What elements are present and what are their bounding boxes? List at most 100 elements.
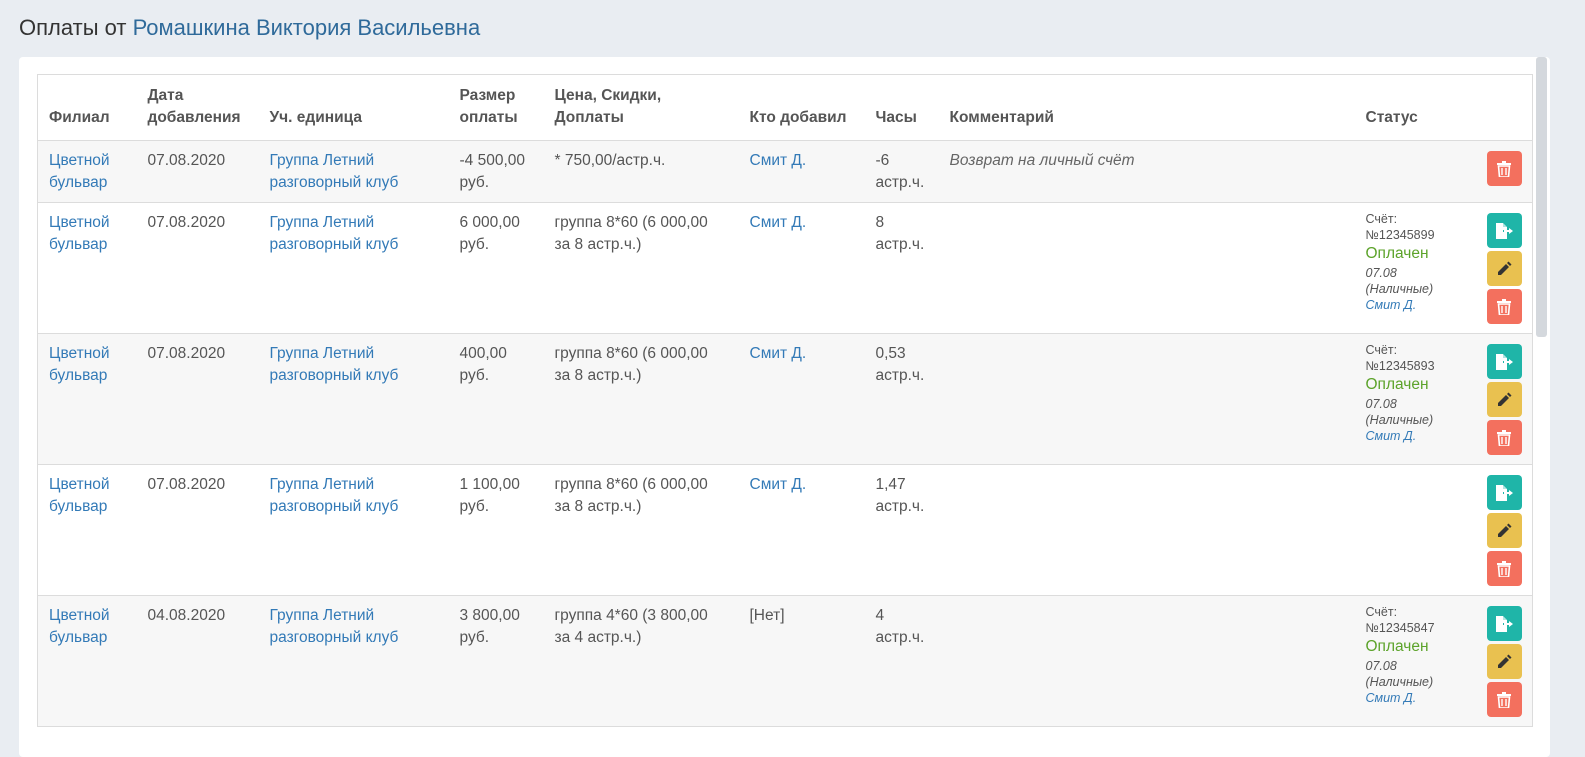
status-by-link[interactable]: Смит Д. (1366, 297, 1462, 313)
table-row: Цветной бульвар 07.08.2020 Группа Летний… (37, 464, 1533, 596)
cell-hours: 0,53 астр.ч. (864, 333, 939, 465)
payments-table-body: Цветной бульвар 07.08.2020 Группа Летний… (37, 140, 1533, 727)
invoice-number: Счёт: №12345899 (1365, 212, 1435, 242)
pencil-icon (1498, 654, 1512, 668)
added-by-value[interactable]: Смит Д. (750, 214, 807, 231)
edit-button[interactable] (1486, 251, 1522, 286)
export-button[interactable] (1486, 475, 1522, 510)
status-badge: Оплачен (1365, 376, 1429, 393)
cell-comment (938, 595, 1355, 727)
cell-actions (1472, 140, 1533, 203)
cell-actions (1472, 202, 1533, 334)
cell-price: группа 4*60 (3 800,00 за 4 астр.ч.) (543, 595, 739, 727)
unit-link[interactable]: Группа Летний разговорный клуб (270, 152, 399, 191)
export-button[interactable] (1486, 213, 1522, 248)
invoice-number: Счёт: №12345893 (1365, 343, 1435, 373)
cell-comment (938, 464, 1355, 596)
cell-amount: 6 000,00 руб. (448, 202, 544, 334)
trash-icon (1497, 160, 1511, 177)
cell-comment (938, 202, 1355, 334)
added-by-value[interactable]: Смит Д. (750, 476, 807, 493)
cell-actions (1472, 333, 1533, 465)
trash-icon (1497, 691, 1511, 708)
cell-hours: 1,47 астр.ч. (864, 464, 939, 596)
branch-link[interactable]: Цветной бульвар (49, 607, 110, 646)
edit-button[interactable] (1486, 644, 1522, 679)
table-row: Цветной бульвар 07.08.2020 Группа Летний… (37, 333, 1533, 465)
header-actions (1472, 74, 1533, 141)
cell-hours: 8 астр.ч. (864, 202, 939, 334)
cell-added-by: Смит Д. (738, 464, 865, 596)
header-hours[interactable]: Часы (864, 74, 939, 141)
cell-price: * 750,00/астр.ч. (543, 140, 739, 203)
delete-button[interactable] (1486, 151, 1522, 186)
added-by-value[interactable]: Смит Д. (750, 152, 807, 169)
delete-button[interactable] (1486, 682, 1522, 717)
branch-link[interactable]: Цветной бульвар (49, 345, 110, 384)
pencil-icon (1498, 523, 1512, 537)
status-by-link[interactable]: Смит Д. (1366, 428, 1462, 444)
payments-table: Филиал Дата добавления Уч. единица Разме… (37, 74, 1533, 727)
table-row: Цветной бульвар 04.08.2020 Группа Летний… (37, 595, 1533, 727)
unit-link[interactable]: Группа Летний разговорный клуб (270, 214, 399, 253)
edit-button[interactable] (1486, 513, 1522, 548)
header-date[interactable]: Дата добавления (136, 74, 259, 141)
trash-icon (1497, 298, 1511, 315)
page-scrollbar[interactable] (1536, 57, 1547, 337)
edit-button[interactable] (1486, 382, 1522, 417)
cell-price: группа 8*60 (6 000,00 за 8 астр.ч.) (543, 464, 739, 596)
header-branch[interactable]: Филиал (37, 74, 137, 141)
unit-link[interactable]: Группа Летний разговорный клуб (270, 476, 399, 515)
cell-date: 07.08.2020 (136, 140, 259, 203)
added-by-value: [Нет] (749, 607, 785, 624)
file-export-icon (1496, 484, 1513, 501)
header-comment[interactable]: Комментарий (938, 74, 1355, 141)
delete-button[interactable] (1486, 420, 1522, 455)
unit-link[interactable]: Группа Летний разговорный клуб (270, 345, 399, 384)
cell-added-by: Смит Д. (738, 333, 865, 465)
header-added-by[interactable]: Кто добавил (738, 74, 865, 141)
cell-added-by: Смит Д. (738, 140, 865, 203)
export-button[interactable] (1486, 606, 1522, 641)
page-title-prefix: Оплаты от (19, 15, 127, 40)
header-amount[interactable]: Размер оплаты (448, 74, 544, 141)
trash-icon (1497, 560, 1511, 577)
file-export-icon (1496, 222, 1513, 239)
cell-actions (1472, 595, 1533, 727)
cell-branch: Цветной бульвар (37, 140, 137, 203)
status-date: 07.08 (Наличные) (1365, 659, 1434, 689)
branch-link[interactable]: Цветной бульвар (49, 152, 110, 191)
header-unit[interactable]: Уч. единица (258, 74, 449, 141)
status-date: 07.08 (Наличные) (1365, 266, 1434, 296)
cell-comment: Возврат на личный счёт (938, 140, 1355, 203)
header-status[interactable]: Статус (1354, 74, 1473, 141)
cell-status: Счёт: №12345899 Оплачен 07.08 (Наличные)… (1354, 202, 1473, 334)
branch-link[interactable]: Цветной бульвар (49, 214, 110, 253)
cell-date: 04.08.2020 (136, 595, 259, 727)
delete-button[interactable] (1486, 551, 1522, 586)
status-badge: Оплачен (1365, 638, 1429, 655)
cell-price: группа 8*60 (6 000,00 за 8 астр.ч.) (543, 202, 739, 334)
trash-icon (1497, 429, 1511, 446)
unit-link[interactable]: Группа Летний разговорный клуб (270, 607, 399, 646)
status-date: 07.08 (Наличные) (1365, 397, 1434, 427)
status-badge: Оплачен (1365, 245, 1429, 262)
cell-status: Счёт: №12345893 Оплачен 07.08 (Наличные)… (1354, 333, 1473, 465)
delete-button[interactable] (1486, 289, 1522, 324)
cell-added-by: [Нет] (738, 595, 865, 727)
pencil-icon (1498, 261, 1512, 275)
header-price[interactable]: Цена, Скидки, Доплаты (543, 74, 739, 141)
export-button[interactable] (1486, 344, 1522, 379)
added-by-value[interactable]: Смит Д. (750, 345, 807, 362)
cell-status (1354, 140, 1473, 203)
cell-branch: Цветной бульвар (37, 464, 137, 596)
cell-status (1354, 464, 1473, 596)
payments-panel: Филиал Дата добавления Уч. единица Разме… (19, 57, 1550, 757)
cell-status: Счёт: №12345847 Оплачен 07.08 (Наличные)… (1354, 595, 1473, 727)
status-by-link[interactable]: Смит Д. (1366, 690, 1462, 706)
client-name-link[interactable]: Ромашкина Виктория Васильевна (133, 15, 481, 40)
branch-link[interactable]: Цветной бульвар (49, 476, 110, 515)
cell-amount: -4 500,00 руб. (448, 140, 544, 203)
cell-unit: Группа Летний разговорный клуб (258, 333, 449, 465)
page-title: Оплаты от Ромашкина Виктория Васильевна (19, 15, 480, 41)
